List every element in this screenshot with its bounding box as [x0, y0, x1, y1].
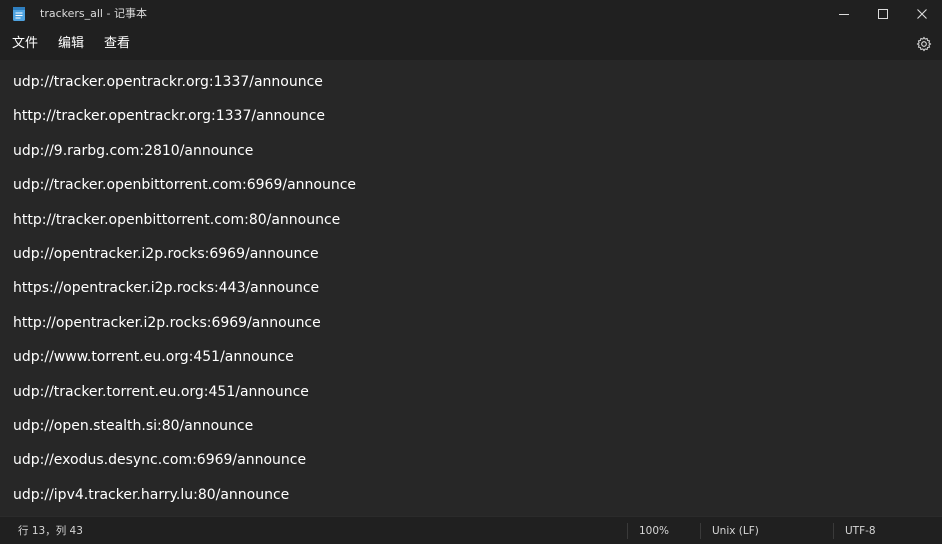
text-line[interactable]: udp://tracker.opentrackr.org:1337/announ…	[13, 72, 356, 106]
maximize-button[interactable]	[863, 0, 903, 28]
settings-button[interactable]	[916, 36, 932, 52]
gear-icon	[916, 36, 932, 56]
status-bar: 行 13，列 43 100% Unix (LF) UTF-8	[0, 516, 942, 544]
status-divider	[700, 523, 701, 539]
text-line[interactable]: http://opentracker.i2p.rocks:6969/announ…	[13, 313, 356, 347]
text-line[interactable]: udp://open.stealth.si:80/announce	[13, 416, 356, 450]
menu-bar: 文件 编辑 查看	[0, 28, 942, 60]
text-line[interactable]: udp://www.torrent.eu.org:451/announce	[13, 347, 356, 381]
line-ending[interactable]: Unix (LF)	[712, 524, 759, 538]
text-line[interactable]: https://opentracker.i2p.rocks:443/announ…	[13, 278, 356, 312]
close-icon	[917, 9, 927, 19]
text-line[interactable]: udp://tracker.openbittorrent.com:6969/an…	[13, 175, 356, 209]
minimize-button[interactable]	[824, 0, 864, 28]
menu-view[interactable]: 查看	[104, 36, 130, 52]
notepad-icon	[12, 6, 26, 22]
encoding[interactable]: UTF-8	[845, 524, 876, 538]
text-line[interactable]: udp://tracker.torrent.eu.org:451/announc…	[13, 382, 356, 416]
text-editor[interactable]: udp://tracker.opentrackr.org:1337/announ…	[0, 60, 942, 516]
title-bar[interactable]: trackers_all - 记事本	[0, 0, 942, 28]
text-line[interactable]: http://tracker.opentrackr.org:1337/annou…	[13, 106, 356, 140]
text-line[interactable]: udp://exodus.desync.com:6969/announce	[13, 450, 356, 484]
menu-file[interactable]: 文件	[12, 36, 38, 52]
text-lines: udp://tracker.opentrackr.org:1337/announ…	[13, 72, 356, 516]
text-line[interactable]: udp://opentracker.i2p.rocks:6969/announc…	[13, 244, 356, 278]
status-divider	[833, 523, 834, 539]
menu-edit[interactable]: 编辑	[58, 36, 84, 52]
text-line[interactable]: udp://9.rarbg.com:2810/announce	[13, 141, 356, 175]
notepad-window: trackers_all - 记事本 文件 编辑 查看 udp://tracke…	[0, 0, 942, 544]
text-line[interactable]: http://tracker.openbittorrent.com:80/ann…	[13, 210, 356, 244]
window-title: trackers_all - 记事本	[40, 7, 147, 20]
text-line[interactable]: udp://ipv4.tracker.harry.lu:80/announce	[13, 485, 356, 516]
status-divider	[627, 523, 628, 539]
zoom-level[interactable]: 100%	[639, 524, 669, 538]
minimize-icon	[839, 9, 849, 19]
close-button[interactable]	[902, 0, 942, 28]
cursor-position: 行 13，列 43	[18, 525, 83, 537]
maximize-icon	[878, 9, 888, 19]
